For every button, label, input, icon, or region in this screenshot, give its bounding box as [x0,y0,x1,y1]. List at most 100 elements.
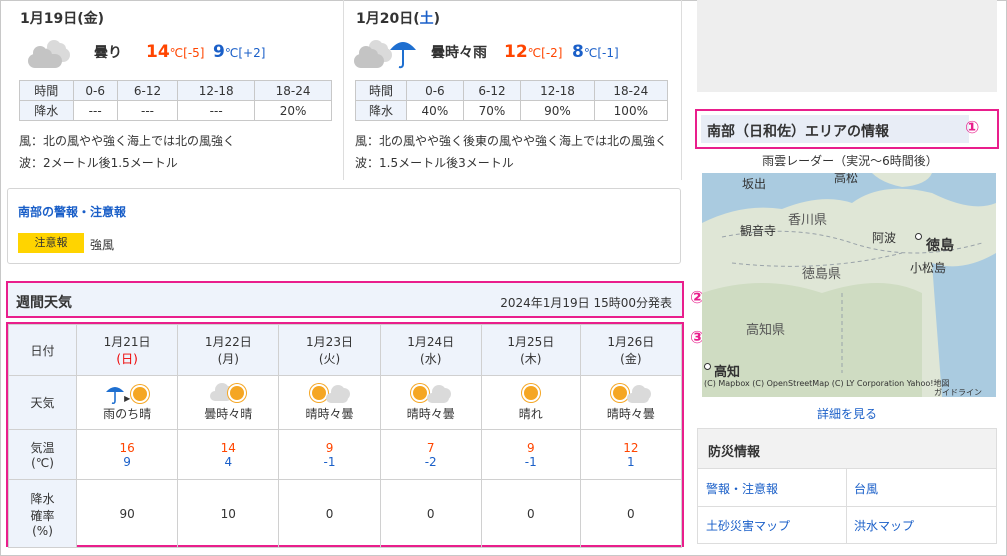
today-wind: 風：北の風やや強く海上では北の風強く [19,134,236,148]
date-text: 1月25日 [507,335,555,349]
dow-close: ) [97,11,105,27]
map-label-komatsushima: 小松島 [910,261,947,275]
disaster-info-box: 防災情報 警報・注意報 台風 土砂災害マップ 洪水マップ [697,428,997,544]
rain-value-cell: 40% [406,100,464,121]
today-tmax-diff: [-5] [183,46,205,60]
rain-value-cell: --- [116,100,179,121]
dow-close: ) [433,11,441,27]
weekly-date-cell: 1月25日 (木) [480,324,581,376]
dow-text: (金) [620,352,642,366]
weekly-weather-cell: 晴時々曇 [579,375,683,430]
sun-cloud-icon [411,383,451,405]
weekly-header: 週間天気 2024年1月19日 15時00分発表 [6,281,684,318]
high-temp: 12 [623,440,639,455]
rain-header-cell: 18-24 [593,80,669,101]
rain-header-cell: 時間 [354,80,408,101]
tomorrow-date: 1月20日(土) [356,8,440,28]
temp-unit: ℃ [527,46,542,60]
high-temp: 7 [426,440,435,455]
label-line: (%) [32,523,53,538]
weekly-title: 週間天気 [16,295,72,311]
tomorrow-rain-table: 時間 0-6 6-12 12-18 18-24 降水 40% 70% 90% 1… [354,80,669,121]
rain-then-sun-icon: ▶ [105,383,149,405]
today-tmin-value: 9 [213,42,225,62]
today-date: 1月19日(金) [20,8,104,28]
weekly-date-cell: 1月24日 (水) [379,324,482,376]
rain-header-cell: 時間 [19,80,74,101]
link-flood-map[interactable]: 洪水マップ [854,517,914,534]
radar-label: 雨雲レーダー（実況〜6時間後） [762,154,938,168]
tomorrow-tmax-value: 12 [504,42,528,62]
dow-text: (火) [318,352,341,366]
tomorrow-tmin-value: 8 [572,42,584,62]
radar-map[interactable]: 坂出 高松 香川県 観音寺 阿波 徳島 小松島 徳島県 高知県 高知 (C) M… [702,173,996,397]
row-label-temp: 気温 (℃) [8,429,77,480]
warning-box: 南部の警報・注意報 注意報 強風 [7,188,681,264]
tomorrow-wave: 波：1.5メートル後3メートル [355,156,514,170]
pop-value: 90 [75,479,179,548]
map-guide-link[interactable]: ガイドライン [934,387,982,397]
rain-header-row: 時間 0-6 6-12 12-18 18-24 [354,80,669,101]
temp-unit: ℃ [224,46,239,60]
weather-text: 雨のち晴 [103,407,152,421]
cloud-sun-icon [208,383,248,405]
high-temp: 14 [220,440,236,455]
pop-value: 10 [177,479,280,548]
weekly-weather-cell: 曇時々晴 [177,375,280,430]
weekly-issued: 2024年1月19日 15時00分発表 [500,296,672,310]
today-date-text: 1月19日 [20,11,78,27]
weekly-temp-row: 気温 (℃) 16 9 14 4 9 -1 7 -2 9 -1 12 1 [8,429,683,480]
weekly-weather-cell: 晴時々曇 [278,375,381,430]
date-text: 1月24日 [407,335,455,349]
today-high-temp: 14℃[-5] [146,42,204,62]
weekly-weather-cell: 晴時々曇 [379,375,482,430]
weekly-date-row: 日付 1月21日 (日) 1月22日 (月) 1月23日 (火) 1月24日 (水) 1… [8,324,683,376]
today-rain-table: 時間 0-6 6-12 12-18 18-24 降水 --- --- --- 2… [19,80,332,121]
label-line: (℃) [31,456,54,470]
weekly-weather-cell: ▶ 雨のち晴 [75,375,179,430]
date-text: 1月23日 [306,335,353,349]
disaster-info-title: 防災情報 [708,445,761,460]
dow-text: (日) [116,352,138,366]
high-temp: 9 [325,440,334,455]
rain-value-cell: --- [72,100,118,121]
temp-unit: ℃ [583,46,598,60]
link-landslide-map[interactable]: 土砂災害マップ [706,517,790,534]
weekly-temp-cell: 14 4 [177,429,280,480]
dow-text: (月) [217,352,239,366]
weekly-temp-cell: 12 1 [579,429,683,480]
column-divider [681,0,682,180]
grid-divider [698,506,996,507]
row-label-date: 日付 [8,324,77,376]
rain-header-cell: 6-12 [462,80,522,101]
low-temp: 1 [627,454,635,469]
dow-text: (水) [420,352,442,366]
warning-title-link[interactable]: 南部の警報・注意報 [18,203,126,220]
tomorrow-low-temp: 8℃[-1] [572,42,619,62]
sun-icon [511,383,551,405]
today-low-temp: 9℃[+2] [213,42,265,62]
disaster-info-header: 防災情報 [698,429,996,469]
label-line: 確率 [30,508,55,523]
link-typhoon[interactable]: 台風 [854,480,878,497]
link-warnings[interactable]: 警報・注意報 [706,480,778,497]
temp-unit: ℃ [169,46,184,60]
today-forecast: 1月19日(金) 曇り 14℃[-5] 9℃[+2] 時間 0-6 6-12 1… [6,0,343,180]
pop-value: 0 [579,479,683,548]
weekly-pop-row: 降水 確率 (%) 90 10 0 0 0 0 [8,479,683,548]
cloud-rain-icon [352,36,422,72]
rain-value-cell: 70% [462,100,522,121]
radar-detail-link[interactable]: 詳細を見る [697,405,997,422]
rain-header-row: 時間 0-6 6-12 12-18 18-24 [19,80,332,101]
weather-text: 晴時々曇 [406,407,455,421]
map-land [702,173,996,397]
weather-text: 晴れ [518,407,543,421]
row-label-weather: 天気 [8,375,77,430]
weekly-table: 日付 1月21日 (日) 1月22日 (月) 1月23日 (火) 1月24日 (水) 1… [6,322,684,548]
tomorrow-high-temp: 12℃[-2] [504,42,562,62]
weekly-date-cell: 1月23日 (火) [278,324,381,376]
advisory-text: 強風 [90,238,115,252]
row-label-pop: 降水 確率 (%) [8,479,77,548]
map-label-kochi-pref: 高知県 [746,323,786,338]
high-temp: 16 [119,440,135,455]
